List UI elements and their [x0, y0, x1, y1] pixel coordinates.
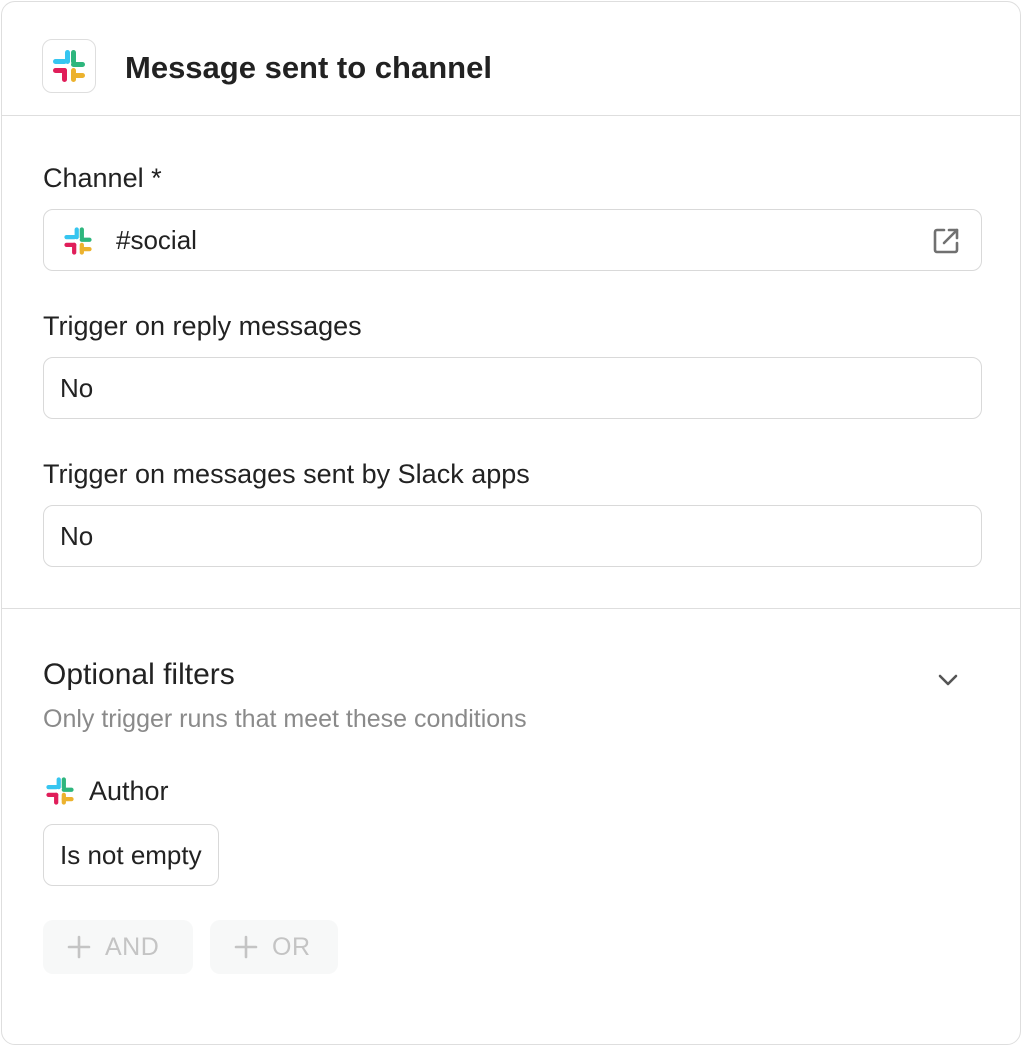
app-tile [42, 39, 96, 93]
trigger-card: Message sent to channel Channel * #socia… [1, 1, 1021, 1045]
slack-icon [49, 46, 89, 86]
filter-condition-select[interactable]: Is not empty [43, 824, 219, 886]
channel-field[interactable]: #social [43, 209, 982, 271]
filters-title: Optional filters [43, 658, 235, 691]
trigger-header: Message sent to channel [2, 2, 1020, 116]
chevron-down-icon[interactable] [934, 666, 962, 694]
filter-author-header: Author [43, 774, 169, 808]
slack-apps-value: No [60, 521, 94, 551]
slack-icon [43, 774, 77, 808]
plus-icon [67, 935, 91, 959]
slack-apps-select[interactable]: No [43, 505, 982, 567]
channel-label: Channel * [43, 163, 162, 193]
add-and-button[interactable]: AND [43, 920, 193, 974]
section-divider [2, 608, 1020, 609]
open-external-icon[interactable] [931, 226, 961, 256]
reply-messages-label: Trigger on reply messages [43, 311, 362, 341]
slack-apps-label: Trigger on messages sent by Slack apps [43, 459, 530, 489]
add-or-button[interactable]: OR [210, 920, 338, 974]
add-or-label: OR [272, 932, 311, 961]
reply-messages-value: No [60, 373, 94, 403]
add-and-label: AND [105, 932, 160, 961]
filters-subtitle: Only trigger runs that meet these condit… [43, 705, 527, 733]
trigger-title: Message sent to channel [125, 50, 492, 85]
reply-messages-select[interactable]: No [43, 357, 982, 419]
filter-author-label: Author [89, 776, 169, 806]
plus-icon [234, 935, 258, 959]
slack-icon [61, 224, 95, 258]
channel-value: #social [116, 225, 197, 255]
